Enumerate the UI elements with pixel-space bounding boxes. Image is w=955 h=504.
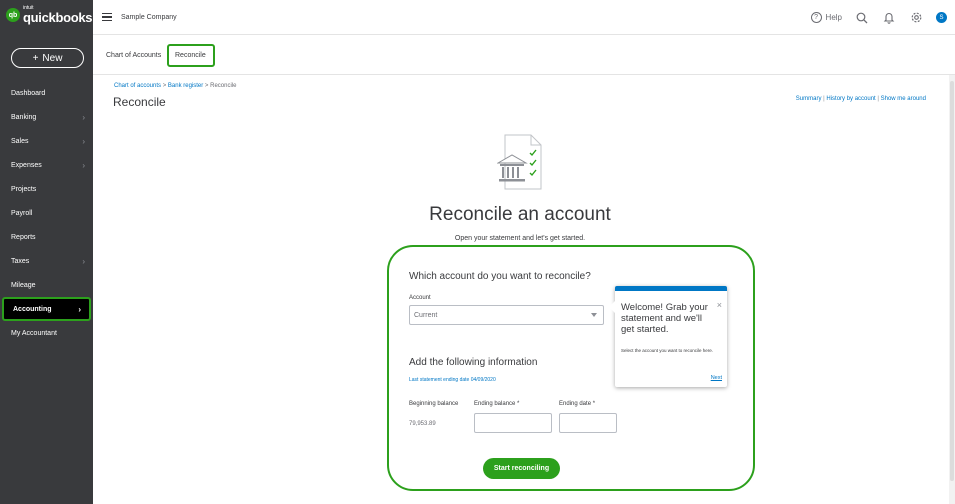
- scrollbar[interactable]: [949, 75, 955, 504]
- sidebar-item-label: Payroll: [11, 209, 33, 217]
- tab-bar: Chart of Accounts Reconcile: [93, 36, 955, 75]
- chevron-right-icon: ›: [78, 304, 81, 314]
- help-icon: ?: [810, 12, 822, 23]
- tooltip-arrow: [609, 301, 615, 313]
- sidebar-item-reports[interactable]: Reports: [0, 225, 93, 249]
- search-icon[interactable]: [855, 11, 869, 25]
- tab-chart-of-accounts[interactable]: Chart of Accounts: [106, 44, 161, 67]
- new-button[interactable]: + New: [11, 48, 84, 68]
- page-links: Summary | History by account | Show me a…: [796, 96, 926, 102]
- sidebar-item-label: Reports: [11, 233, 36, 241]
- close-icon[interactable]: ×: [717, 300, 722, 310]
- sidebar-item-label: My Accountant: [11, 329, 57, 337]
- sidebar-item-payroll[interactable]: Payroll: [0, 201, 93, 225]
- account-select-value: Current: [414, 311, 438, 319]
- chevron-right-icon: ›: [82, 136, 85, 146]
- sidebar-item-taxes[interactable]: Taxes ›: [0, 249, 93, 273]
- plus-icon: +: [32, 52, 39, 64]
- help-button[interactable]: ? Help: [810, 12, 842, 23]
- scrollbar-thumb[interactable]: [950, 81, 954, 481]
- top-bar: Sample Company ? Help S: [93, 0, 955, 35]
- sidebar-item-accounting[interactable]: Accounting ›: [2, 297, 91, 321]
- tab-reconcile[interactable]: Reconcile: [167, 44, 215, 67]
- sidebar-item-sales[interactable]: Sales ›: [0, 129, 93, 153]
- hamburger-menu-icon[interactable]: [102, 12, 112, 22]
- page-title: Reconcile: [113, 95, 166, 109]
- ending-balance-label: Ending balance *: [474, 401, 520, 407]
- breadcrumb-separator: >: [162, 83, 167, 89]
- account-select[interactable]: Current: [409, 305, 604, 325]
- gear-icon[interactable]: [909, 11, 923, 25]
- breadcrumb-reconcile: Reconcile: [210, 83, 237, 89]
- summary-link[interactable]: Summary: [796, 96, 822, 102]
- sidebar: qb intuit quickbooks + New Dashboard Ban…: [0, 0, 93, 504]
- tooltip-title: Welcome! Grab your statement and we'll g…: [621, 302, 708, 335]
- sidebar-item-projects[interactable]: Projects: [0, 177, 93, 201]
- avatar[interactable]: S: [936, 12, 947, 23]
- welcome-tooltip: Welcome! Grab your statement and we'll g…: [609, 286, 727, 387]
- chevron-right-icon: ›: [82, 256, 85, 266]
- reconcile-form-card: Which account do you want to reconcile? …: [387, 245, 755, 491]
- beginning-balance-label: Beginning balance: [409, 401, 459, 407]
- sidebar-item-expenses[interactable]: Expenses ›: [0, 153, 93, 177]
- link-separator: |: [823, 96, 825, 102]
- account-question: Which account do you want to reconcile?: [409, 271, 591, 282]
- hero-subtitle: Open your statement and let's get starte…: [454, 235, 586, 242]
- sidebar-item-banking[interactable]: Banking ›: [0, 105, 93, 129]
- add-info-title: Add the following information: [409, 357, 538, 368]
- sidebar-item-label: Projects: [11, 185, 37, 193]
- ending-date-input[interactable]: [559, 413, 617, 433]
- hero-title: Reconcile an account: [429, 204, 611, 225]
- sidebar-item-label: Accounting: [13, 305, 52, 313]
- ending-date-label: Ending date *: [559, 401, 596, 407]
- bank-statement-icon: [496, 133, 545, 196]
- ending-balance-input[interactable]: [474, 413, 552, 433]
- breadcrumb-separator: >: [204, 83, 209, 89]
- new-button-label: New: [42, 52, 63, 64]
- company-name: Sample Company: [121, 13, 177, 21]
- sidebar-item-dashboard[interactable]: Dashboard: [0, 81, 93, 105]
- quickbooks-logo[interactable]: qb intuit quickbooks: [6, 6, 93, 25]
- sidebar-item-label: Banking: [11, 113, 37, 121]
- account-label: Account: [409, 295, 431, 301]
- breadcrumb: Chart of accounts > Bank register > Reco…: [114, 83, 236, 89]
- tooltip-next-link[interactable]: Next: [711, 375, 722, 381]
- top-bar-actions: ? Help S: [810, 0, 947, 35]
- history-by-account-link[interactable]: History by account: [826, 96, 875, 102]
- sidebar-item-label: Mileage: [11, 281, 36, 289]
- sidebar-item-label: Expenses: [11, 161, 42, 169]
- breadcrumb-chart-of-accounts[interactable]: Chart of accounts: [114, 83, 161, 89]
- chevron-down-icon: [591, 313, 597, 317]
- show-me-around-link[interactable]: Show me around: [881, 96, 926, 102]
- breadcrumb-bank-register[interactable]: Bank register: [168, 83, 203, 89]
- quickbooks-logo-icon: qb: [6, 8, 20, 22]
- last-statement-date: Last statement ending date 04/09/2020: [409, 377, 496, 383]
- sidebar-item-label: Dashboard: [11, 89, 46, 97]
- logo-wordmark: intuit quickbooks: [23, 6, 93, 25]
- sidebar-nav: Dashboard Banking › Sales › Expenses › Proj…: [0, 81, 93, 345]
- sidebar-item-label: Taxes: [11, 257, 30, 265]
- sidebar-item-label: Sales: [11, 137, 29, 145]
- sidebar-item-my-accountant[interactable]: My Accountant: [0, 321, 93, 345]
- help-label: Help: [825, 13, 842, 22]
- start-reconciling-button[interactable]: Start reconciling: [483, 458, 560, 479]
- sidebar-item-mileage[interactable]: Mileage: [0, 273, 93, 297]
- beginning-balance-value: 79,953.89: [409, 421, 436, 427]
- tooltip-body: Select the account you want to reconcile…: [621, 348, 714, 353]
- link-separator: |: [877, 96, 879, 102]
- bell-icon[interactable]: [882, 11, 896, 25]
- quickbooks-label: quickbooks: [23, 10, 93, 25]
- chevron-right-icon: ›: [82, 112, 85, 122]
- chevron-right-icon: ›: [82, 160, 85, 170]
